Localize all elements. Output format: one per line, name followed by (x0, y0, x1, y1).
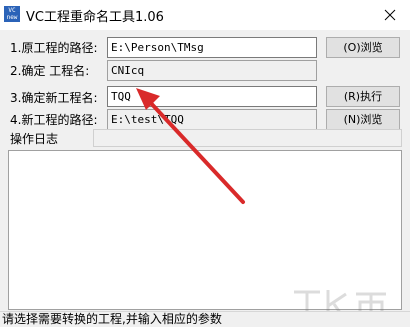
new-name-label: 3.确定新工程名: (10, 91, 98, 105)
log-header-bar (93, 129, 402, 147)
app-icon: VC new (4, 6, 20, 22)
close-icon (384, 9, 396, 21)
log-label: 操作日志 (10, 132, 59, 146)
new-path-field: E:\test\TQQ (107, 109, 317, 130)
source-path-label: 1.原工程的路径: (10, 41, 98, 55)
execute-button[interactable]: (R)执行 (326, 86, 400, 107)
new-path-label: 4.新工程的路径: (10, 113, 98, 127)
window-title: VC工程重命名工具1.06 (26, 10, 164, 25)
browse-source-button[interactable]: (O)浏览 (326, 37, 400, 58)
new-name-input[interactable]: TQQ (107, 86, 317, 107)
main-panel: 1.原工程的路径: E:\Person\TMsg (O)浏览 2.确定 工程名:… (0, 30, 410, 327)
title-bar: VC new VC工程重命名工具1.06 (0, 0, 410, 30)
close-button[interactable] (370, 0, 410, 30)
status-bar: 请选择需要转换的工程,并输入相应的参数 (0, 311, 410, 327)
confirm-project-label: 2.确定 工程名: (10, 64, 90, 78)
project-name-field: CNIcq (107, 60, 317, 81)
source-path-input[interactable]: E:\Person\TMsg (107, 37, 317, 58)
browse-new-path-button[interactable]: (N)浏览 (326, 109, 400, 130)
